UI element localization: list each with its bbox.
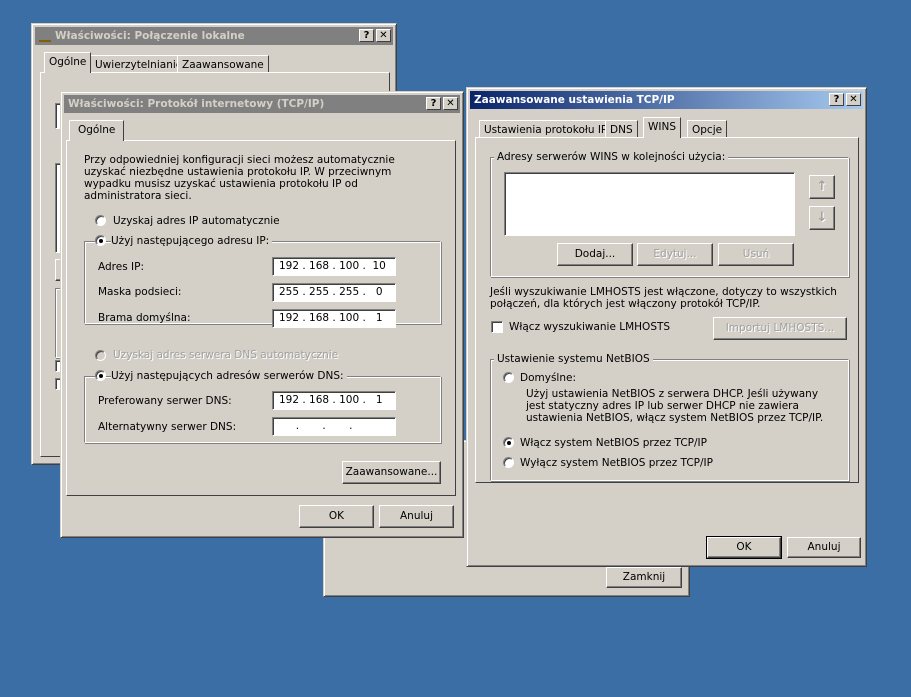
tab-authentication[interactable]: Uwierzytelnianie (90, 55, 188, 73)
ok-button[interactable]: OK (299, 505, 374, 528)
import-lmhosts-button[interactable]: Importuj LMHOSTS... (713, 317, 847, 340)
tab-dns[interactable]: DNS (605, 120, 638, 138)
tab-panel: Przy odpowiedniej konfiguracji sieci moż… (66, 140, 456, 496)
window-title: Właściwości: Połączenie lokalne (55, 30, 245, 42)
manual-ip-label[interactable]: Użyj następującego adresu IP: (111, 235, 273, 247)
cancel-button[interactable]: Anuluj (379, 505, 454, 528)
subnet-mask-label: Maska podsieci: (98, 286, 182, 298)
netbios-default-radio[interactable] (503, 372, 514, 383)
netbios-disable-radio[interactable] (503, 457, 514, 468)
alternate-dns-label: Alternatywny serwer DNS: (98, 421, 237, 433)
remove-button[interactable]: Usuń (718, 243, 794, 266)
cancel-button[interactable]: Anuluj (787, 537, 861, 558)
netbios-default-description: Użyj ustawienia NetBIOS z serwera DHCP. … (526, 388, 824, 424)
subnet-mask-field[interactable]: 255 . 255 . 255 . 0 (272, 283, 396, 302)
title-bar[interactable]: Zaawansowane ustawienia TCP/IP ? ✕ (470, 91, 863, 109)
title-bar[interactable]: Właściwości: Protokół internetowy (TCP/I… (64, 95, 460, 113)
wins-servers-list[interactable] (504, 172, 795, 236)
intro-text: Przy odpowiedniej konfiguracji sieci moż… (84, 154, 395, 202)
ip-address-label: Adres IP: (98, 261, 144, 273)
move-up-button[interactable]: ↑ (809, 175, 835, 199)
close-button[interactable]: Zamknij (606, 567, 682, 588)
netbios-default-label[interactable]: Domyślne: (520, 372, 576, 384)
manual-dns-label[interactable]: Użyj następujących adresów serwerów DNS: (111, 370, 347, 382)
gateway-label: Brama domyślna: (98, 312, 191, 324)
ip-address-field[interactable]: 192 . 168 . 100 . 10 (272, 257, 396, 276)
tab-wins[interactable]: WINS (643, 117, 681, 138)
tab-general[interactable]: Ogólne (44, 52, 92, 73)
advanced-button[interactable]: Zaawansowane... (342, 461, 441, 484)
netbios-enable-label[interactable]: Włącz system NetBIOS przez TCP/IP (520, 437, 707, 449)
netbios-enable-radio[interactable] (503, 437, 514, 448)
auto-dns-label[interactable]: Uzyskaj adres serwera DNS automatycznie (113, 349, 338, 361)
tab-options[interactable]: Opcje (687, 120, 728, 138)
auto-ip-radio[interactable] (95, 215, 106, 226)
tcpip-properties-window: Właściwości: Protokół internetowy (TCP/I… (60, 91, 464, 538)
add-button[interactable]: Dodaj... (557, 243, 633, 266)
auto-ip-label[interactable]: Uzyskaj adres IP automatycznie (113, 215, 280, 227)
arrow-down-icon: ↓ (816, 210, 828, 225)
ok-button[interactable]: OK (706, 536, 782, 559)
network-icon (39, 30, 51, 42)
move-down-button[interactable]: ↓ (809, 206, 835, 230)
tab-general[interactable]: Ogólne (69, 120, 125, 141)
preferred-dns-label: Preferowany serwer DNS: (98, 395, 232, 407)
netbios-group-label: Ustawienie systemu NetBIOS (494, 353, 653, 365)
close-button[interactable]: ✕ (443, 97, 458, 110)
title-bar[interactable]: Właściwości: Połączenie lokalne ? ✕ (35, 27, 393, 45)
manual-ip-radio[interactable] (95, 235, 106, 246)
lmhosts-label[interactable]: Włącz wyszukiwanie LMHOSTS (509, 321, 670, 333)
gateway-field[interactable]: 192 . 168 . 100 . 1 (272, 309, 396, 328)
arrow-up-icon: ↑ (816, 179, 828, 194)
alternate-dns-field[interactable]: . . . (272, 417, 396, 436)
help-button[interactable]: ? (359, 29, 374, 42)
tab-advanced[interactable]: Zaawansowane (177, 55, 269, 73)
close-button[interactable]: ✕ (376, 29, 391, 42)
lmhosts-info-text: Jeśli wyszukiwanie LMHOSTS jest włączone… (490, 286, 837, 310)
window-title: Właściwości: Protokół internetowy (TCP/I… (68, 98, 325, 110)
close-button[interactable]: ✕ (846, 93, 861, 106)
window-title: Zaawansowane ustawienia TCP/IP (474, 94, 675, 106)
tab-ip-settings[interactable]: Ustawienia protokołu IP (479, 120, 613, 138)
netbios-disable-label[interactable]: Wyłącz system NetBIOS przez TCP/IP (520, 457, 713, 469)
edit-button[interactable]: Edytuj... (637, 243, 713, 266)
manual-dns-radio[interactable] (95, 370, 106, 381)
wins-servers-label: Adresy serwerów WINS w kolejności użycia… (494, 151, 729, 163)
help-button[interactable]: ? (426, 97, 441, 110)
auto-dns-radio[interactable] (95, 350, 106, 361)
preferred-dns-field[interactable]: 192 . 168 . 100 . 1 (272, 391, 396, 410)
advanced-tcpip-window: Zaawansowane ustawienia TCP/IP ? ✕ Ustaw… (466, 87, 867, 567)
lmhosts-checkbox[interactable] (491, 321, 503, 333)
help-button[interactable]: ? (829, 93, 844, 106)
tab-panel: Adresy serwerów WINS w kolejności użycia… (475, 137, 859, 483)
